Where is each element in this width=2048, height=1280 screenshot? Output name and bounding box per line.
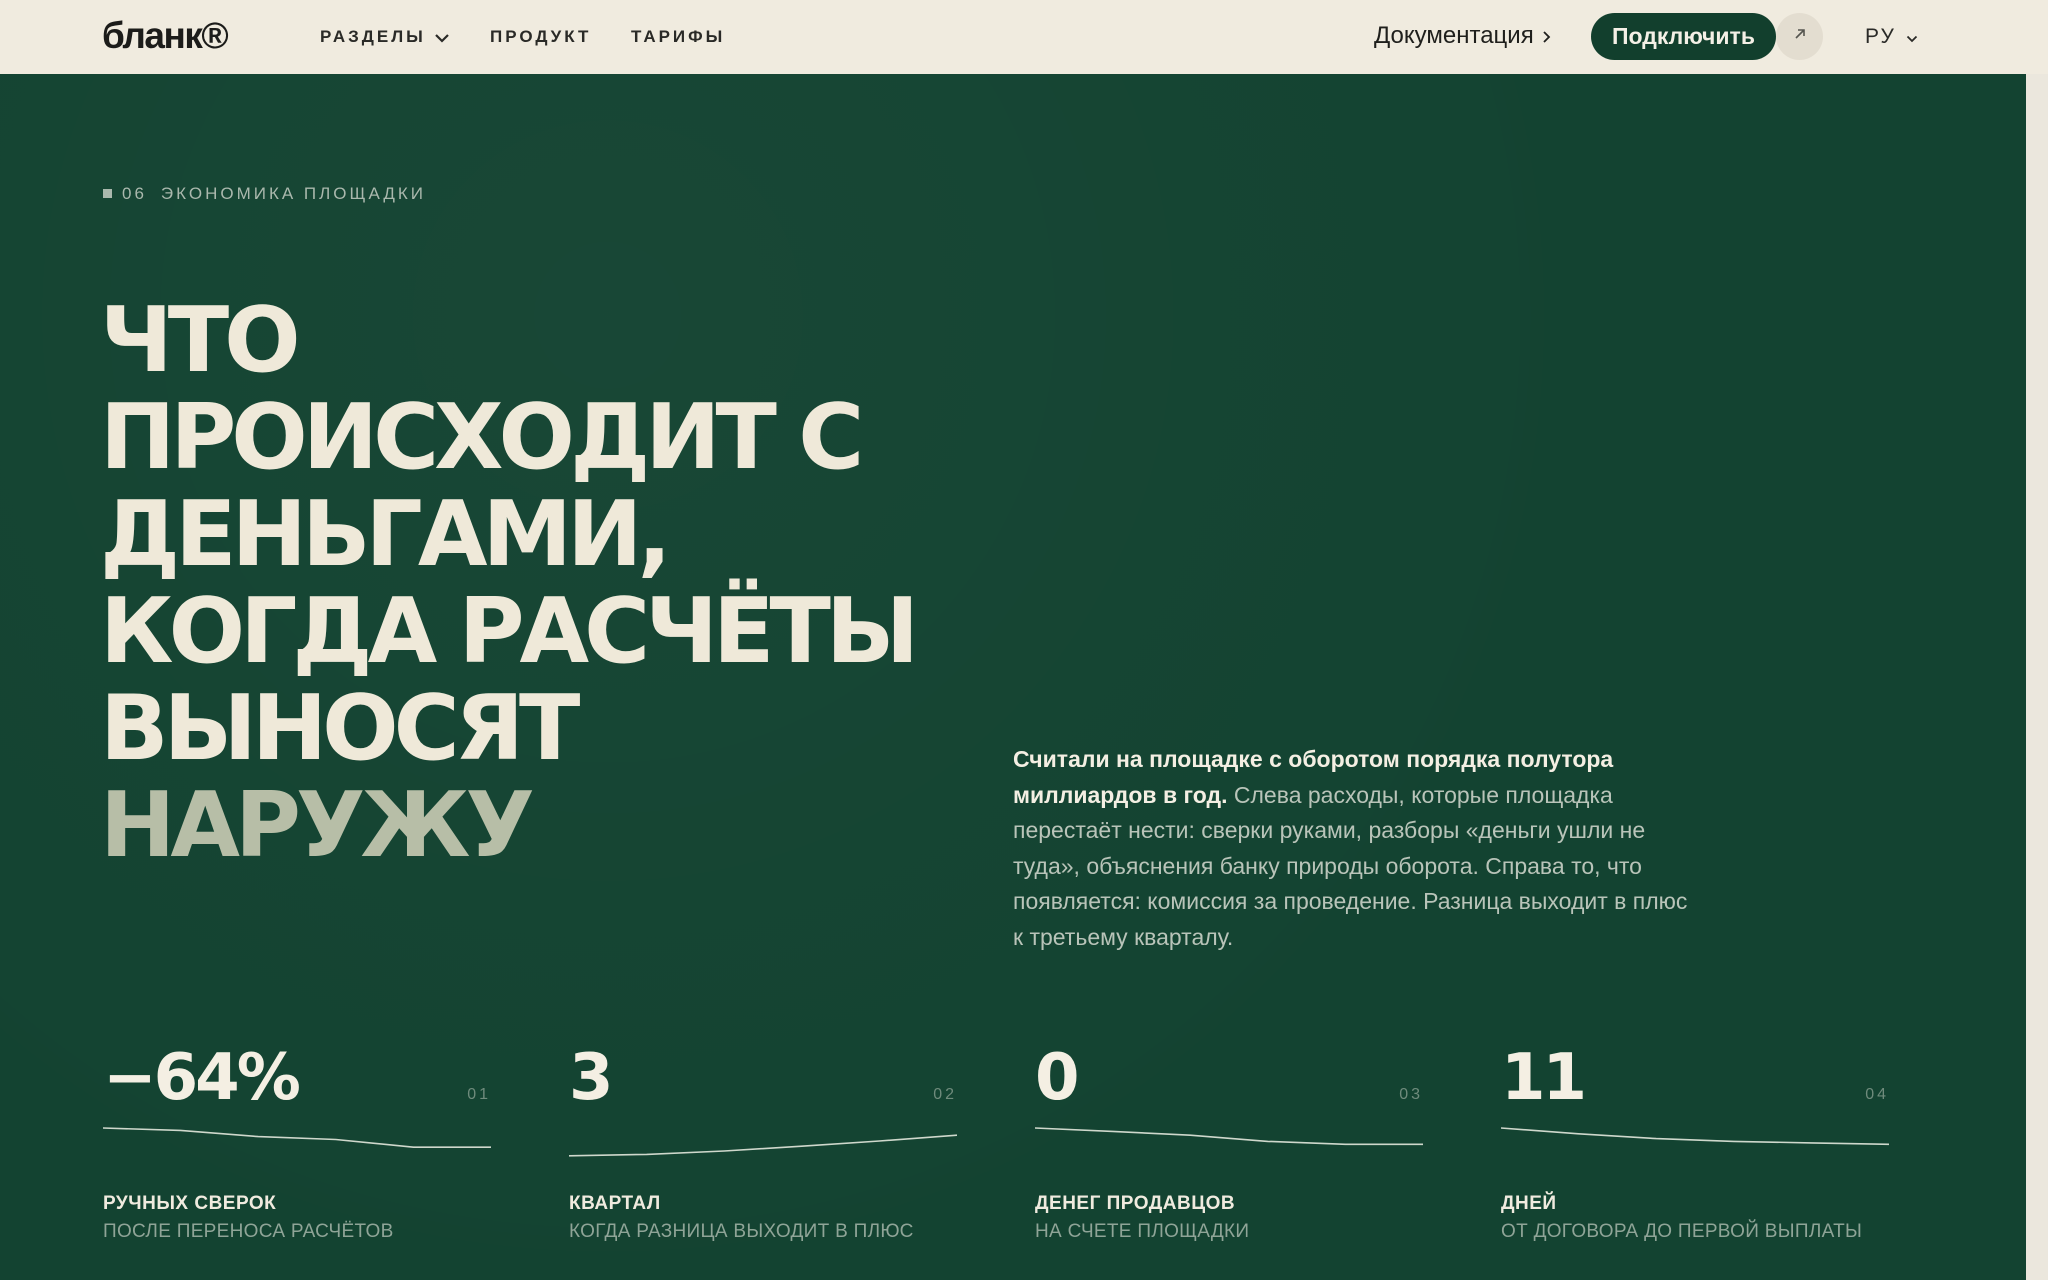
trend-polyline	[103, 1127, 491, 1149]
stat-value: 11	[1501, 1041, 1587, 1115]
stat-label: РУЧНЫХ СВЕРОК	[103, 1193, 277, 1214]
nav-sections[interactable]: РАЗДЕЛЫ	[320, 27, 450, 48]
stat-card: 11 04 ДНЕЙ ОТ ДОГОВОРА ДО ПЕРВОЙ ВЫПЛАТЫ	[1501, 1040, 1889, 1260]
stat-sublabel: НА СЧЕТЕ ПЛОЩАДКИ	[1035, 1221, 1250, 1242]
trend-polyline	[1035, 1127, 1423, 1146]
stat-value: −64%	[103, 1041, 301, 1115]
page-headline: ЧТО ПРОИСХОДИТ С ДЕНЬГАМИ, КОГДА РАСЧЁТЫ…	[100, 292, 1000, 874]
stat-label: ДНЕЙ	[1501, 1193, 1557, 1214]
chevron-right-icon	[1542, 23, 1551, 51]
section-number: 06	[122, 184, 147, 203]
section-name: ЭКОНОМИКА ПЛОЩАДКИ	[160, 184, 426, 203]
stat-sublabel: ОТ ДОГОВОРА ДО ПЕРВОЙ ВЫПЛАТЫ	[1501, 1221, 1863, 1242]
docs-link[interactable]: Документация	[1374, 22, 1551, 51]
stat-index: 02	[933, 1086, 957, 1103]
stat-index: 04	[1865, 1086, 1889, 1103]
stat-index: 01	[467, 1086, 491, 1103]
stat-trend-line	[569, 1134, 957, 1157]
stat-value: 3	[569, 1041, 613, 1115]
connect-button[interactable]: Подключить	[1591, 13, 1776, 60]
headline-line: ПРОИСХОДИТ С	[100, 385, 864, 490]
stat-card: 0 03 ДЕНЕГ ПРОДАВЦОВ НА СЧЕТЕ ПЛОЩАДКИ	[1035, 1040, 1423, 1260]
chevron-down-icon	[1906, 25, 1918, 49]
nav-sections-label: РАЗДЕЛЫ	[320, 27, 426, 46]
nav-pricing[interactable]: ТАРИФЫ	[631, 27, 725, 47]
arrow-up-right-button[interactable]	[1776, 13, 1823, 60]
headline-line: ЧТО	[100, 288, 301, 393]
arrow-up-right-icon	[1792, 26, 1808, 47]
square-marker-icon	[103, 189, 112, 198]
trend-polyline	[1501, 1127, 1889, 1146]
stat-label: КВАРТАЛ	[569, 1193, 661, 1214]
stat-index: 03	[1399, 1086, 1423, 1103]
headline-line: ВЫНОСЯТ	[100, 676, 580, 781]
chevron-down-icon	[434, 28, 450, 48]
language-switcher[interactable]: РУ	[1865, 25, 1918, 49]
headline-line: КОГДА РАСЧЁТЫ	[100, 579, 919, 684]
lead-paragraph: Считали на площадке с оборотом порядка п…	[1013, 742, 1703, 955]
brand-logo[interactable]: бланк®	[102, 15, 229, 57]
headline-line-accent: НАРУЖУ	[100, 773, 535, 878]
stat-trend-line	[103, 1127, 491, 1149]
nav-product[interactable]: ПРОДУКТ	[490, 27, 591, 47]
stat-sublabel: КОГДА РАЗНИЦА ВЫХОДИТ В ПЛЮС	[569, 1221, 914, 1242]
section-eyebrow: 06 ЭКОНОМИКА ПЛОЩАДКИ	[103, 184, 426, 204]
headline-line: ДЕНЬГАМИ,	[100, 482, 672, 587]
trend-polyline	[569, 1134, 957, 1157]
scrollbar-gutter	[2026, 74, 2048, 1280]
stat-label: ДЕНЕГ ПРОДАВЦОВ	[1035, 1193, 1236, 1214]
stat-card: 3 02 КВАРТАЛ КОГДА РАЗНИЦА ВЫХОДИТ В ПЛЮ…	[569, 1040, 957, 1260]
stat-value: 0	[1035, 1041, 1079, 1115]
language-label: РУ	[1865, 25, 1896, 48]
stat-card: −64% 01 РУЧНЫХ СВЕРОК ПОСЛЕ ПЕРЕНОСА РАС…	[103, 1040, 491, 1260]
stat-trend-line	[1501, 1127, 1889, 1146]
stat-trend-line	[1035, 1127, 1423, 1146]
stat-sublabel: ПОСЛЕ ПЕРЕНОСА РАСЧЁТОВ	[103, 1221, 394, 1242]
docs-link-label: Документация	[1374, 22, 1534, 49]
top-nav-bar: бланк® РАЗДЕЛЫ ПРОДУКТ ТАРИФЫ Документац…	[0, 0, 2048, 75]
